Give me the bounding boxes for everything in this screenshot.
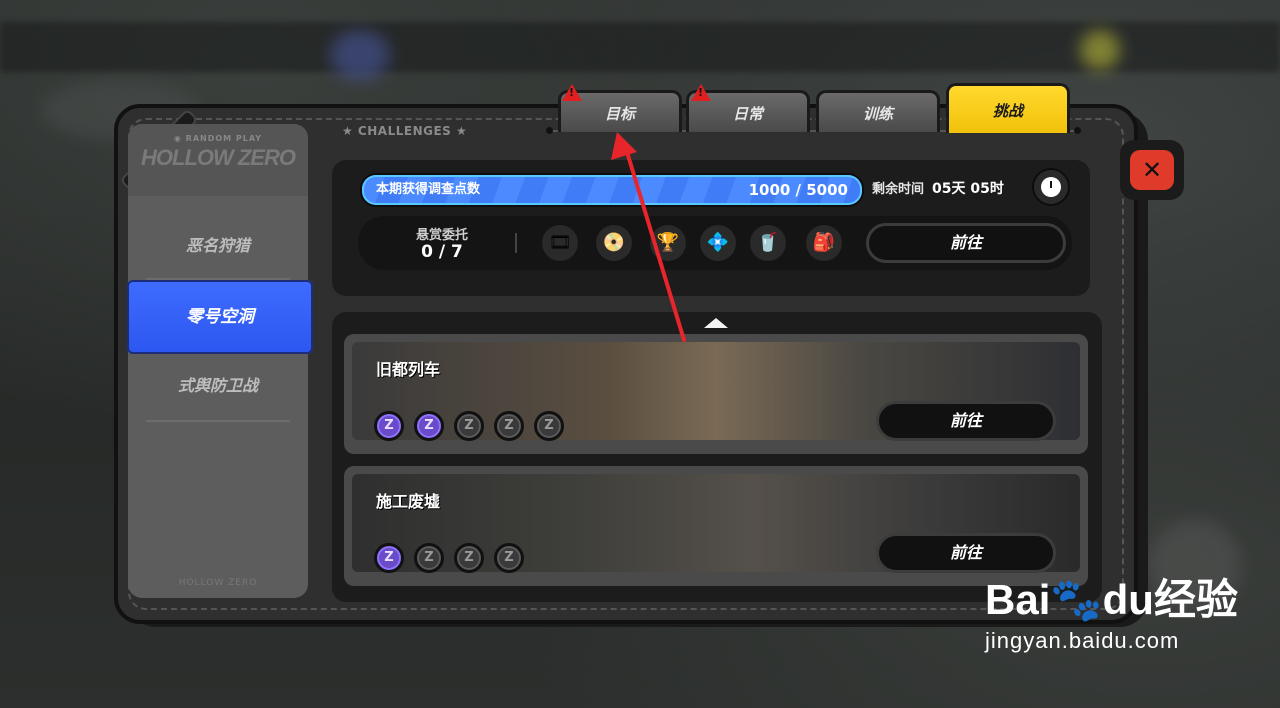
drink-icon[interactable]: 🥤 xyxy=(750,225,786,261)
remaining-time: 剩余时间 05天 05时 xyxy=(872,178,1004,198)
brand-logo: HOLLOW ZERO xyxy=(141,145,296,170)
alert-glyph: ! xyxy=(569,86,575,99)
watermark-text-a: Bai xyxy=(985,576,1051,623)
z-coin-icon-empty: Z xyxy=(494,543,524,573)
progress-label: 本期获得调查点数 xyxy=(376,182,481,197)
z-coin-icon-earned: Z xyxy=(374,543,404,573)
sidebar-footer-logo: HOLLOW ZERO xyxy=(178,578,258,588)
watermark-text-c: 经验 xyxy=(1153,576,1238,623)
stage-title: 施工废墟 xyxy=(376,492,441,511)
bounty-go-button[interactable]: 前往 xyxy=(866,223,1066,263)
alert-icon: ! xyxy=(562,84,582,101)
z-coin-icon-empty: Z xyxy=(494,411,524,441)
section-label: ★ CHALLENGES ★ xyxy=(342,124,468,138)
tab-challenge[interactable]: 挑战 xyxy=(946,83,1070,133)
survey-points-progress: 本期获得调查点数 1000 / 5000 xyxy=(360,173,864,207)
z-coin-icon-empty: Z xyxy=(454,411,484,441)
brand-header: ◉ RANDOM PLAY HOLLOW ZERO xyxy=(128,124,308,196)
tab-training[interactable]: 训练 xyxy=(816,90,940,132)
progress-value: 1000 / 5000 xyxy=(748,181,848,199)
stage-go-button[interactable]: 前往 xyxy=(876,533,1056,573)
close-button[interactable]: ✕ xyxy=(1120,140,1184,200)
paw-icon: 🐾 xyxy=(1050,576,1103,623)
bounty-count: 0 / 7 xyxy=(421,242,463,262)
watermark-logo: Bai🐾du经验 xyxy=(985,578,1238,622)
trophy-icon[interactable]: 🏆 xyxy=(650,225,686,261)
watermark-url: jingyan.baidu.com xyxy=(985,628,1180,653)
z-coin-icon-earned: Z xyxy=(374,411,404,441)
z-coin-icon-empty: Z xyxy=(414,543,444,573)
sidebar-item-hollow-zero[interactable]: 零号空洞 xyxy=(127,280,313,354)
background-blur xyxy=(330,30,390,80)
film-reel-icon[interactable]: 🎞 xyxy=(542,225,578,261)
watermark-text-b: du xyxy=(1102,576,1154,623)
sidebar-item-notorious-hunt[interactable]: 恶名狩猎 xyxy=(128,216,308,276)
remaining-time-label: 剩余时间 xyxy=(872,182,925,197)
close-icon: ✕ xyxy=(1130,150,1174,190)
alert-icon: ! xyxy=(691,84,711,101)
remaining-time-value: 05天 05时 xyxy=(932,181,1004,197)
bounty-title: 悬赏委托 xyxy=(415,228,468,243)
clock-icon[interactable] xyxy=(1032,168,1070,206)
clock-face xyxy=(1041,177,1061,197)
z-coin-icon-empty: Z xyxy=(454,543,484,573)
rail-dot xyxy=(1074,127,1081,134)
z-coin-icon-earned: Z xyxy=(414,411,444,441)
brand-tagline: ◉ RANDOM PLAY xyxy=(173,134,263,143)
sidebar-divider xyxy=(146,420,290,422)
baidu-watermark: Bai🐾du经验 jingyan.baidu.com xyxy=(985,578,1238,654)
bounty-divider xyxy=(515,233,517,253)
stage-title: 旧都列车 xyxy=(376,360,441,379)
alert-glyph: ! xyxy=(698,86,704,99)
gem-icon[interactable]: 💠 xyxy=(700,225,736,261)
sidebar-item-shiyu-defense[interactable]: 式舆防卫战 xyxy=(128,356,308,416)
category-sidebar: ◉ RANDOM PLAY HOLLOW ZERO 恶名狩猎 式舆防卫战 HOL… xyxy=(128,124,308,598)
background-blur xyxy=(1080,30,1120,70)
film-canister-icon[interactable]: 📀 xyxy=(596,225,632,261)
z-coin-icon-empty: Z xyxy=(534,411,564,441)
stage-go-button[interactable]: 前往 xyxy=(876,401,1056,441)
scroll-up-icon[interactable] xyxy=(704,318,728,328)
bag-icon[interactable]: 🎒 xyxy=(806,225,842,261)
rail-dot xyxy=(546,127,553,134)
